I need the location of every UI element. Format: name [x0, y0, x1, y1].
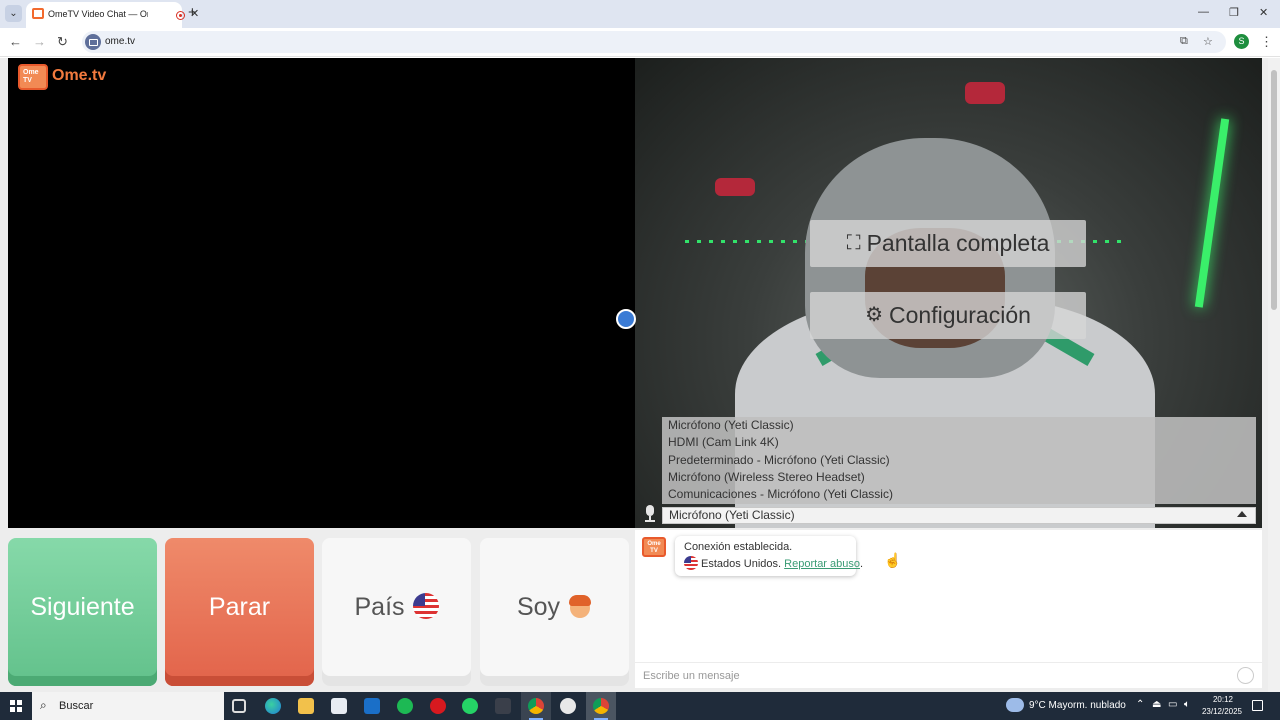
stop-button[interactable]: Parar	[165, 538, 314, 686]
led-light	[1194, 118, 1230, 308]
minimize-button[interactable]: —	[1198, 6, 1209, 18]
caret-up-icon	[1237, 511, 1247, 517]
taskbar-search[interactable]: ⌕ Buscar	[32, 692, 224, 720]
browser-tab-active[interactable]: OmeTV Video Chat — Ome ✕	[26, 2, 199, 28]
speaker-icon[interactable]: 🔈︎	[1184, 699, 1190, 710]
profile-avatar[interactable]: S	[1234, 34, 1249, 49]
spotify-icon[interactable]	[397, 698, 413, 714]
install-app-icon[interactable]: ⧉	[1180, 35, 1188, 48]
url-text[interactable]: ome.tv	[105, 36, 135, 47]
task-view-icon[interactable]	[232, 699, 246, 713]
microphone-select[interactable]: Micrófono (Yeti Classic)	[662, 507, 1256, 524]
chat-input[interactable]: Escribe un mensaje	[635, 662, 1262, 688]
country-button[interactable]: País	[322, 538, 471, 686]
ometv-favicon-icon	[32, 8, 44, 19]
logo-text: Ome.tv	[52, 67, 107, 84]
tab-title: OmeTV Video Chat — Ome	[48, 9, 148, 19]
speed-app-icon[interactable]	[560, 698, 576, 714]
close-window-button[interactable]: ✕	[1259, 6, 1268, 19]
us-flag-icon	[684, 556, 698, 570]
settings-button[interactable]: ⚙ Configuración	[810, 292, 1086, 339]
ometv-chat-logo-icon: Ome TV	[642, 537, 666, 557]
forward-arrow-icon[interactable]: →	[33, 34, 46, 49]
background-chair	[715, 178, 755, 196]
notification-icon[interactable]	[1252, 700, 1263, 711]
edge-icon[interactable]	[265, 698, 281, 714]
windows-taskbar: ⌕ Buscar 9°C Mayorm. nublado ⌃ ⏏ ▭ 🔈︎ 20…	[0, 692, 1280, 720]
chrome-profile-icon[interactable]	[593, 698, 609, 714]
gear-icon: ⚙	[865, 304, 883, 326]
stranger-video: Ome TV Ome.tv	[8, 58, 635, 528]
ometv-page: Ome TV Ome.tv ⛶ Pantalla completa ⚙ Config…	[0, 58, 1280, 692]
mic-option[interactable]: Micrófono (Wireless Stereo Headset)	[668, 469, 1250, 486]
chrome-icon[interactable]	[528, 698, 544, 714]
microphone-dropdown-list: Micrófono (Yeti Classic) HDMI (Cam Link …	[662, 417, 1256, 504]
mic-option[interactable]: HDMI (Cam Link 4K)	[668, 434, 1250, 451]
cloud-weather-icon[interactable]	[1006, 698, 1024, 712]
clock-time[interactable]: 20:12	[1208, 695, 1238, 704]
next-button[interactable]: Siguiente	[8, 538, 157, 686]
search-icon: ⌕	[40, 698, 47, 712]
fullscreen-icon: ⛶	[846, 232, 861, 254]
background-object	[965, 82, 1005, 104]
new-tab-button[interactable]: +	[188, 4, 197, 21]
reload-icon[interactable]: ↻	[57, 34, 68, 50]
whatsapp-icon[interactable]	[462, 698, 478, 714]
page-scrollbar[interactable]	[1268, 58, 1280, 692]
mic-option[interactable]: Predeterminado - Micrófono (Yeti Classic…	[668, 452, 1250, 469]
ometv-tv-logo-icon: Ome TV	[18, 64, 48, 90]
emoji-icon[interactable]	[1237, 667, 1254, 684]
report-abuse-link[interactable]: Reportar abuso	[784, 558, 860, 570]
outlook-icon[interactable]	[364, 698, 380, 714]
restore-button[interactable]: ❐	[1229, 6, 1239, 19]
browser-menu-icon[interactable]: ⋮	[1260, 34, 1273, 50]
opera-icon[interactable]	[430, 698, 446, 714]
site-info-icon[interactable]	[85, 34, 101, 50]
system-message: Conexión establecida. Estados Unidos. Re…	[675, 536, 863, 576]
self-camera-video: ⛶ Pantalla completa ⚙ Configuración Micróf…	[635, 58, 1262, 528]
store-icon[interactable]	[331, 698, 347, 714]
usb-icon[interactable]: ⏏	[1152, 699, 1161, 710]
gender-button[interactable]: Soy	[480, 538, 629, 686]
mic-option[interactable]: Comunicaciones - Micrófono (Yeti Classic…	[668, 486, 1250, 503]
connection-status: Conexión establecida.	[684, 541, 793, 553]
tab-search-chevron-icon[interactable]: ⌄	[5, 5, 22, 22]
address-bar[interactable]: ome.tv ⧉ ☆	[82, 31, 1226, 53]
browser-tab-strip: ⌄ OmeTV Video Chat — Ome ✕ + — ❐ ✕	[0, 0, 1280, 28]
hand-cursor-icon: ☝	[884, 552, 902, 568]
back-arrow-icon[interactable]: ←	[9, 34, 22, 49]
windows-start-icon[interactable]	[10, 700, 22, 712]
boy-face-icon	[568, 593, 592, 619]
weather-text[interactable]: 9°C Mayorm. nublado	[1029, 700, 1126, 711]
tray-chevron-icon[interactable]: ⌃	[1136, 699, 1144, 710]
browser-toolbar: ← → ↻ ome.tv ⧉ ☆ S ⋮	[0, 28, 1280, 57]
mic-option[interactable]: Micrófono (Yeti Classic)	[668, 417, 1250, 434]
us-flag-icon	[412, 593, 439, 620]
fullscreen-button[interactable]: ⛶ Pantalla completa	[810, 220, 1086, 267]
partner-country: Estados Unidos.	[701, 558, 782, 570]
microphone-icon	[643, 505, 657, 523]
clock-date[interactable]: 23/12/2025	[1199, 707, 1245, 716]
file-explorer-icon[interactable]	[298, 698, 314, 714]
app-d-icon[interactable]	[495, 698, 511, 714]
bookmark-star-icon[interactable]: ☆	[1203, 35, 1213, 48]
recording-indicator-icon	[176, 11, 185, 20]
floating-badge-icon[interactable]	[616, 309, 636, 329]
scrollbar-thumb[interactable]	[1271, 70, 1277, 310]
chat-placeholder: Escribe un mensaje	[643, 670, 740, 682]
battery-icon[interactable]: ▭	[1168, 699, 1177, 710]
